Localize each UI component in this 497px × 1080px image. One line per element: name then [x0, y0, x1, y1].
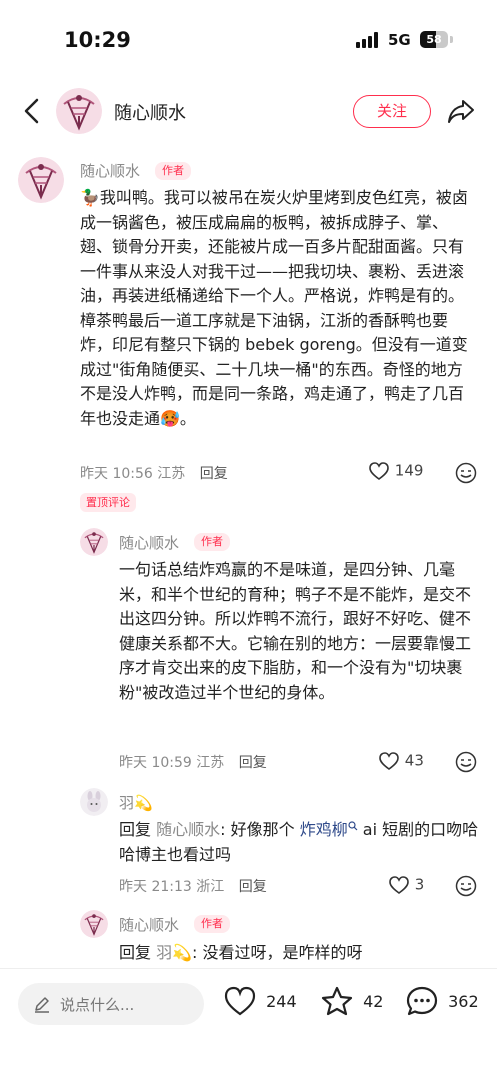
network-label: 5G [388, 31, 411, 49]
reply-author[interactable]: 羽💫 [119, 792, 153, 813]
reply-time: 昨天 10:59 [119, 755, 192, 771]
like-count: 3 [414, 875, 425, 894]
comment-input[interactable]: 说点什么... [18, 983, 204, 1025]
emoji-reaction-icon[interactable] [455, 875, 477, 897]
author-avatar[interactable] [56, 88, 102, 134]
reply-prefix: 回复 [119, 943, 152, 962]
like-button[interactable]: 43 [378, 751, 424, 771]
chevron-left-icon [24, 98, 39, 124]
star-icon [321, 986, 353, 1016]
author-tag: 作者 [155, 162, 191, 180]
reply-time: 昨天 21:13 [119, 879, 192, 895]
search-link[interactable]: 炸鸡柳 [300, 820, 358, 839]
comments-button[interactable]: 362 [405, 985, 479, 1017]
emoji-reaction-icon[interactable] [455, 751, 477, 773]
status-bar: 10:29 5G 58 [0, 0, 497, 80]
follow-button[interactable]: 关注 [353, 95, 431, 128]
comment-text[interactable]: 🦆我叫鸭。我可以被吊在炭火炉里烤到皮色红亮，被卤成一锅酱色，被压成扁扁的板鸭，被… [80, 186, 478, 431]
comment-input-placeholder: 说点什么... [60, 996, 135, 1014]
reply-to-user[interactable]: 随心顺水 [156, 820, 220, 839]
mention-text: 炸鸡柳 [299, 820, 348, 839]
reply-text-after: : 没看过呀，是咋样的呀 [192, 943, 363, 962]
reply-text[interactable]: 回复 羽💫: 没看过呀，是咋样的呀 [119, 941, 481, 966]
author-tag: 作者 [194, 915, 230, 933]
like-button[interactable]: 149 [368, 461, 423, 481]
signal-icon [356, 32, 380, 48]
comment-time: 昨天 10:56 [80, 466, 153, 482]
back-button[interactable] [18, 94, 46, 128]
author-tag: 作者 [194, 533, 230, 551]
reply-location: 江苏 [196, 755, 225, 771]
comment-location: 江苏 [157, 466, 186, 482]
comment-author[interactable]: 随心顺水 [80, 160, 140, 181]
favorite-count: 42 [363, 991, 384, 1011]
heart-icon [369, 462, 389, 480]
comment-count: 362 [448, 991, 479, 1011]
favorite-button[interactable]: 42 [320, 985, 383, 1017]
reply-text-before: : 好像那个 [220, 820, 300, 839]
emoji-reaction-icon[interactable] [455, 462, 477, 484]
battery-level: 58 [426, 33, 442, 46]
reply-author[interactable]: 随心顺水 [119, 532, 179, 553]
comment-meta: 昨天 10:56 江苏 回复 [80, 463, 228, 483]
reply-avatar[interactable] [80, 910, 108, 938]
status-time: 10:29 [64, 28, 131, 52]
heart-icon [379, 752, 399, 770]
reply-text[interactable]: 一句话总结炸鸡赢的不是味道，是四分钟、几毫米，和半个世纪的育种；鸭子不是不能炸，… [119, 558, 479, 705]
reply-prefix: 回复 [119, 820, 152, 839]
post-like-count: 244 [266, 991, 297, 1011]
reply-to-user[interactable]: 羽💫 [156, 943, 192, 962]
share-button[interactable] [446, 96, 476, 126]
reply-button[interactable]: 回复 [239, 879, 267, 895]
heart-icon [389, 876, 409, 894]
heart-icon [224, 986, 256, 1016]
reply-avatar[interactable] [80, 788, 108, 816]
reply-location: 浙江 [196, 879, 225, 895]
comment-bubble-icon [406, 986, 438, 1016]
pen-icon [35, 997, 49, 1013]
like-post-button[interactable]: 244 [223, 985, 297, 1017]
comment-avatar[interactable] [18, 157, 64, 203]
battery-icon: 58 [420, 31, 448, 48]
header: 随心顺水 关注 [0, 80, 497, 142]
like-count: 149 [394, 461, 424, 480]
battery-cap [450, 36, 453, 43]
like-button[interactable]: 3 [388, 875, 424, 895]
reply-button[interactable]: 回复 [239, 755, 267, 771]
reply-meta: 昨天 21:13 浙江 回复 [119, 876, 267, 896]
pinned-badge: 置顶评论 [80, 493, 136, 512]
share-icon [448, 100, 474, 123]
reply-avatar[interactable] [80, 528, 108, 556]
reply-text[interactable]: 回复 随心顺水: 好像那个 炸鸡柳 ai 短剧的口吻哈哈博主也看过吗 [119, 818, 481, 867]
bottom-bar: 说点什么... 244 42 362 [0, 968, 497, 1080]
reply-button[interactable]: 回复 [200, 466, 228, 482]
reply-meta: 昨天 10:59 江苏 回复 [119, 752, 267, 772]
header-author-name[interactable]: 随心顺水 [114, 99, 186, 125]
search-icon [348, 821, 358, 831]
like-count: 43 [404, 751, 424, 770]
reply-author[interactable]: 随心顺水 [119, 914, 179, 935]
